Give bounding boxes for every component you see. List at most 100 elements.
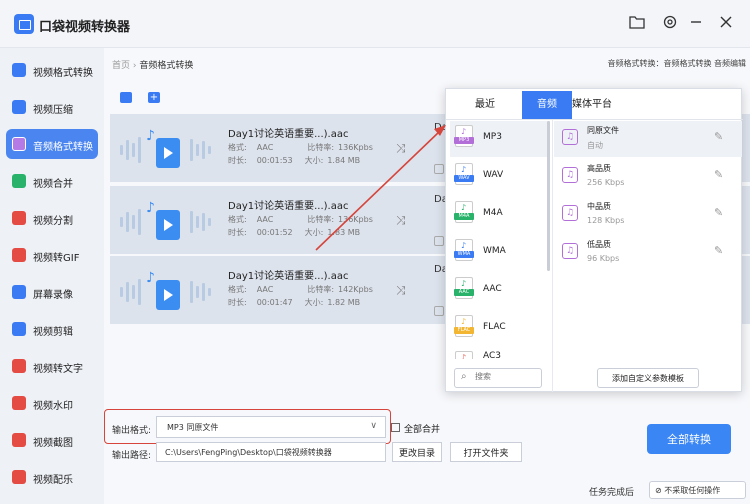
ac3-file-icon: ♪ xyxy=(455,351,473,359)
tab-audio[interactable]: 音频 xyxy=(522,91,572,119)
breadcrumb-current: 音频格式转换 xyxy=(139,61,194,71)
sidebar-item-video-watermark[interactable]: 视频水印 xyxy=(6,388,98,418)
format-list-scrollbar[interactable] xyxy=(547,121,550,271)
file-meta-line1: 格式: AAC 比特率: 136Kpbs xyxy=(228,143,373,152)
sidebar-item-label: 视频转文字 xyxy=(33,364,83,375)
add-file-icon[interactable] xyxy=(120,92,132,103)
format-search-box[interactable]: ⌕ xyxy=(454,368,542,388)
music-file-icon: ♪ xyxy=(146,270,180,310)
video-format-icon xyxy=(12,63,26,77)
format-item-mp3[interactable]: ♪ MP3 MP3 xyxy=(450,121,550,157)
convert-all-button[interactable]: 全部转换 xyxy=(647,424,731,454)
sidebar-item-video-compress[interactable]: 视频压缩 xyxy=(6,92,98,122)
edit-icon[interactable]: ✎ xyxy=(714,130,723,143)
m4a-file-icon: ♪ M4A xyxy=(454,201,474,223)
shuffle-icon: ⤨ xyxy=(396,141,406,155)
task-complete-label: 任务完成后 xyxy=(589,488,635,498)
sidebar-item-video-gif[interactable]: 视频转GIF xyxy=(6,240,98,270)
add-custom-template-button[interactable]: 添加自定义参数模板 xyxy=(597,368,699,388)
format-item-wav[interactable]: ♪ WAV WAV xyxy=(450,159,550,195)
video-split-icon xyxy=(12,211,26,225)
change-directory-button[interactable]: 更改目录 xyxy=(392,442,442,462)
video-merge-icon xyxy=(12,174,26,188)
output-format-label: 输出格式: xyxy=(112,426,152,436)
file-meta-line1: 格式: AAC 比特率: 142Kpbs xyxy=(228,285,373,294)
output-path-field[interactable]: C:\Users\FengPing\Desktop\口袋视频转换器 xyxy=(156,442,386,462)
video-screenshot-icon xyxy=(12,433,26,447)
sidebar-item-audio-format[interactable]: 音频格式转换 xyxy=(6,129,98,159)
sidebar-item-label: 屏幕录像 xyxy=(33,290,73,301)
task-complete-select[interactable]: ⊘ 不采取任何操作 xyxy=(649,481,746,499)
output-file-checkbox[interactable] xyxy=(434,164,444,174)
music-file-icon: ♪ xyxy=(146,128,180,168)
sidebar-item-video-split[interactable]: 视频分割 xyxy=(6,203,98,233)
wma-file-icon: ♪ WMA xyxy=(454,239,474,261)
quality-item-high[interactable]: ♫ 高品质 256 Kbps ✎ xyxy=(554,159,742,195)
merge-all-checkbox[interactable] xyxy=(391,423,400,432)
format-item-wma[interactable]: ♪ WMA WMA xyxy=(450,235,550,271)
video-to-text-icon xyxy=(12,359,26,373)
settings-gear-icon[interactable] xyxy=(660,14,680,34)
format-label: WAV xyxy=(483,170,504,180)
format-label: WMA xyxy=(483,246,506,256)
quality-item-medium[interactable]: ♫ 中品质 128 Kbps ✎ xyxy=(554,197,742,233)
sidebar-item-video-merge[interactable]: 视频合并 xyxy=(6,166,98,196)
sidebar-item-label: 音频格式转换 xyxy=(33,142,93,153)
file-name: Day1讨论英语重要...).aac xyxy=(228,201,349,212)
open-folder-button[interactable]: 打开文件夹 xyxy=(450,442,522,462)
folder-icon[interactable] xyxy=(627,14,647,34)
sidebar-item-video-to-text[interactable]: 视频转文字 xyxy=(6,351,98,381)
format-item-flac[interactable]: ♪ FLAC FLAC xyxy=(450,311,550,347)
shuffle-icon: ⤨ xyxy=(396,283,406,297)
sidebar-item-video-format[interactable]: 视频格式转换 xyxy=(6,55,98,85)
aac-file-icon: ♪ AAC xyxy=(454,277,474,299)
output-path-label: 输出路径: xyxy=(112,451,152,461)
format-item-m4a[interactable]: ♪ M4A M4A xyxy=(450,197,550,233)
sidebar-item-video-edit[interactable]: 视频剪辑 xyxy=(6,314,98,344)
sidebar-item-video-screenshot[interactable]: 视频截图 xyxy=(6,425,98,455)
sidebar-item-label: 视频配乐 xyxy=(33,475,73,486)
tab-recent[interactable]: 最近 xyxy=(450,91,520,119)
sidebar-item-label: 视频格式转换 xyxy=(33,68,93,79)
format-label: FLAC xyxy=(483,322,506,332)
close-icon[interactable] xyxy=(716,14,736,34)
format-item-ac3[interactable]: ♪ AC3 xyxy=(450,347,550,359)
add-folder-icon[interactable]: + xyxy=(148,92,160,103)
minimize-icon[interactable] xyxy=(686,14,706,34)
breadcrumb-right-text: 音频格式转换：音频格式转换 音频编辑 xyxy=(607,59,746,68)
breadcrumb-home[interactable]: 首页 xyxy=(112,61,130,71)
output-file-checkbox[interactable] xyxy=(434,236,444,246)
quality-item-original[interactable]: ♫ 同原文件 自动 ✎ xyxy=(554,121,742,157)
mp3-file-icon: ♪ MP3 xyxy=(454,125,474,147)
quality-item-low[interactable]: ♫ 低品质 96 Kbps ✎ xyxy=(554,235,742,271)
format-label: AC3 xyxy=(483,351,502,359)
edit-icon[interactable]: ✎ xyxy=(714,244,723,257)
sidebar-item-label: 视频剪辑 xyxy=(33,327,73,338)
format-search-input[interactable] xyxy=(475,372,537,381)
output-format-select[interactable]: MP3 同原文件 ∨ xyxy=(156,416,386,438)
sidebar-item-video-music[interactable]: 视频配乐 xyxy=(6,462,98,492)
file-meta-line2: 时长: 00:01:47 大小: 1.82 MB xyxy=(228,298,361,307)
format-label: AAC xyxy=(483,284,502,294)
quality-name: 低品质 xyxy=(587,240,611,249)
file-meta-line2: 时长: 00:01:53 大小: 1.84 MB xyxy=(228,156,361,165)
quality-sub: 128 Kbps xyxy=(587,216,625,225)
file-meta-line1: 格式: AAC 比特率: 136Kpbs xyxy=(228,215,373,224)
video-edit-icon xyxy=(12,322,26,336)
format-item-aac[interactable]: ♪ AAC AAC xyxy=(450,273,550,309)
edit-icon[interactable]: ✎ xyxy=(714,168,723,181)
sidebar-item-screen-record[interactable]: 屏幕录像 xyxy=(6,277,98,307)
output-file-checkbox[interactable] xyxy=(434,306,444,316)
tab-media-platform[interactable]: 媒体平台 xyxy=(572,91,612,119)
title-bar: 口袋视频转换器 xyxy=(0,0,750,48)
popup-divider xyxy=(552,120,553,392)
edit-icon[interactable]: ✎ xyxy=(714,206,723,219)
quality-sub: 256 Kbps xyxy=(587,178,625,187)
audio-thumbnail: ♪ xyxy=(118,120,218,176)
music-note-icon: ♫ xyxy=(562,205,578,221)
music-file-icon: ♪ xyxy=(146,200,180,240)
sidebar-item-label: 视频水印 xyxy=(33,401,73,412)
app-logo-icon xyxy=(14,14,34,34)
quality-name: 中品质 xyxy=(587,202,611,211)
wav-file-icon: ♪ WAV xyxy=(454,163,474,185)
